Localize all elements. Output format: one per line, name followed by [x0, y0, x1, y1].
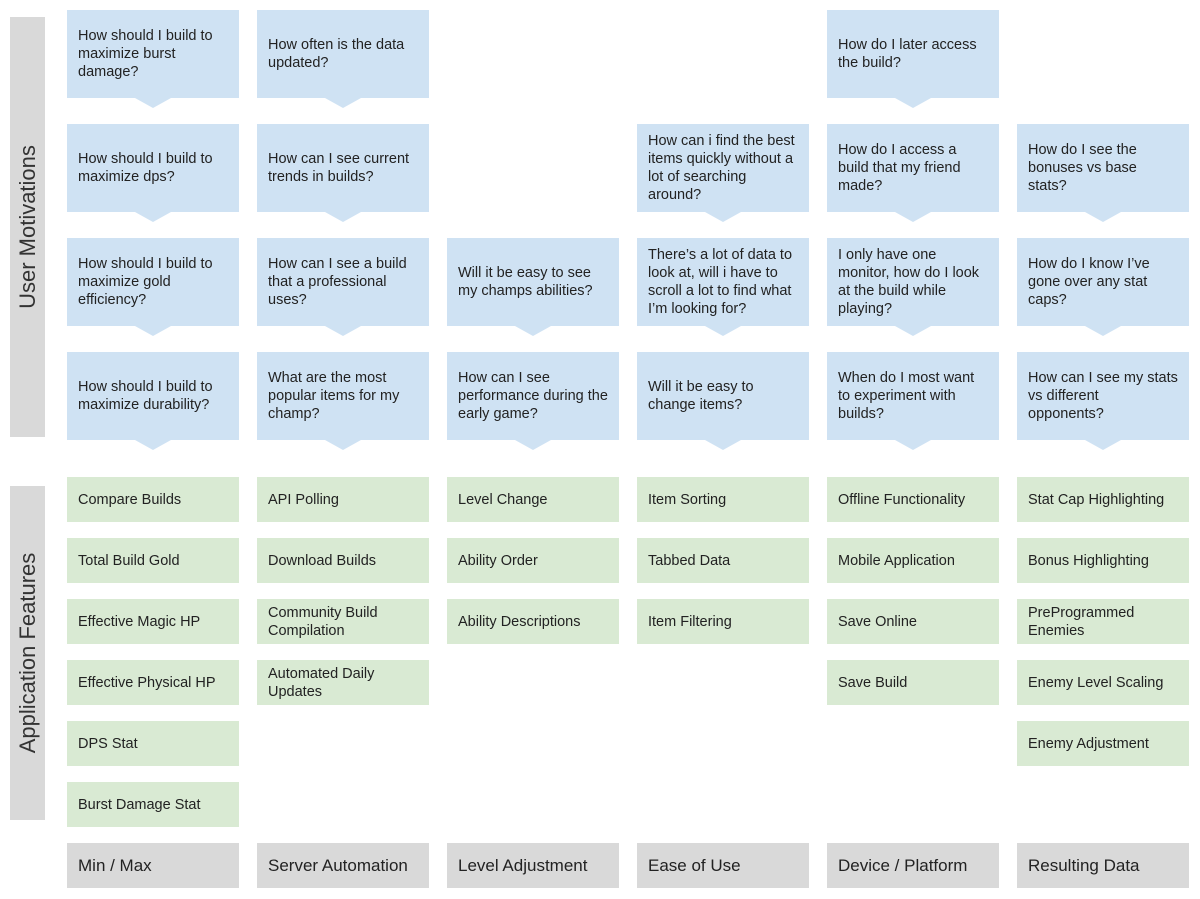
- feature-box: Item Sorting: [637, 477, 809, 522]
- motivation-callout: How can I see current trends in builds?: [257, 124, 429, 212]
- motivation-callout: How can I see my stats vs different oppo…: [1017, 352, 1189, 440]
- motivation-callout: When do I most want to experiment with b…: [827, 352, 999, 440]
- feature-box: Enemy Level Scaling: [1017, 660, 1189, 705]
- feature-box: Download Builds: [257, 538, 429, 583]
- motivation-callout: How do I see the bonuses vs base stats?: [1017, 124, 1189, 212]
- motivation-callout: How do I access a build that my friend m…: [827, 124, 999, 212]
- feature-box: Save Online: [827, 599, 999, 644]
- feature-box: Stat Cap Highlighting: [1017, 477, 1189, 522]
- motivation-callout: How do I know I’ve gone over any stat ca…: [1017, 238, 1189, 326]
- category-label: Server Automation: [257, 843, 429, 888]
- feature-box: Offline Functionality: [827, 477, 999, 522]
- feature-box: Automated Daily Updates: [257, 660, 429, 705]
- feature-box: Community Build Compilation: [257, 599, 429, 644]
- motivation-callout: How often is the data updated?: [257, 10, 429, 98]
- motivation-callout: How should I build to maximize dps?: [67, 124, 239, 212]
- category-label: Level Adjustment: [447, 843, 619, 888]
- category-label: Resulting Data: [1017, 843, 1189, 888]
- motivation-callout: How do I later access the build?: [827, 10, 999, 98]
- feature-box: API Polling: [257, 477, 429, 522]
- feature-box: Item Filtering: [637, 599, 809, 644]
- feature-box: Level Change: [447, 477, 619, 522]
- category-label: Device / Platform: [827, 843, 999, 888]
- feature-box: Enemy Adjustment: [1017, 721, 1189, 766]
- category-label: Min / Max: [67, 843, 239, 888]
- application-features-label: Application Features: [14, 552, 40, 754]
- feature-box: Effective Physical HP: [67, 660, 239, 705]
- feature-box: Ability Order: [447, 538, 619, 583]
- motivation-callout: What are the most popular items for my c…: [257, 352, 429, 440]
- motivation-callout: I only have one monitor, how do I look a…: [827, 238, 999, 326]
- feature-box: Total Build Gold: [67, 538, 239, 583]
- feature-box: Mobile Application: [827, 538, 999, 583]
- motivation-callout: How should I build to maximize durabilit…: [67, 352, 239, 440]
- feature-box: Ability Descriptions: [447, 599, 619, 644]
- application-features-label-bar: Application Features: [10, 486, 45, 820]
- feature-box: Bonus Highlighting: [1017, 538, 1189, 583]
- feature-box: PreProgrammed Enemies: [1017, 599, 1189, 644]
- motivation-callout: How should I build to maximize burst dam…: [67, 10, 239, 98]
- motivation-callout: Will it be easy to change items?: [637, 352, 809, 440]
- motivation-callout: Will it be easy to see my champs abiliti…: [447, 238, 619, 326]
- feature-box: Tabbed Data: [637, 538, 809, 583]
- feature-box: Burst Damage Stat: [67, 782, 239, 827]
- feature-box: Effective Magic HP: [67, 599, 239, 644]
- user-motivations-label-bar: User Motivations: [10, 17, 45, 437]
- motivation-callout: How can I see a build that a professiona…: [257, 238, 429, 326]
- motivation-callout: How can I see performance during the ear…: [447, 352, 619, 440]
- user-motivations-label: User Motivations: [14, 145, 40, 309]
- category-label: Ease of Use: [637, 843, 809, 888]
- feature-box: Compare Builds: [67, 477, 239, 522]
- motivation-callout: How can i find the best items quickly wi…: [637, 124, 809, 212]
- motivation-callout: There’s a lot of data to look at, will i…: [637, 238, 809, 326]
- motivation-callout: How should I build to maximize gold effi…: [67, 238, 239, 326]
- feature-box: DPS Stat: [67, 721, 239, 766]
- feature-box: Save Build: [827, 660, 999, 705]
